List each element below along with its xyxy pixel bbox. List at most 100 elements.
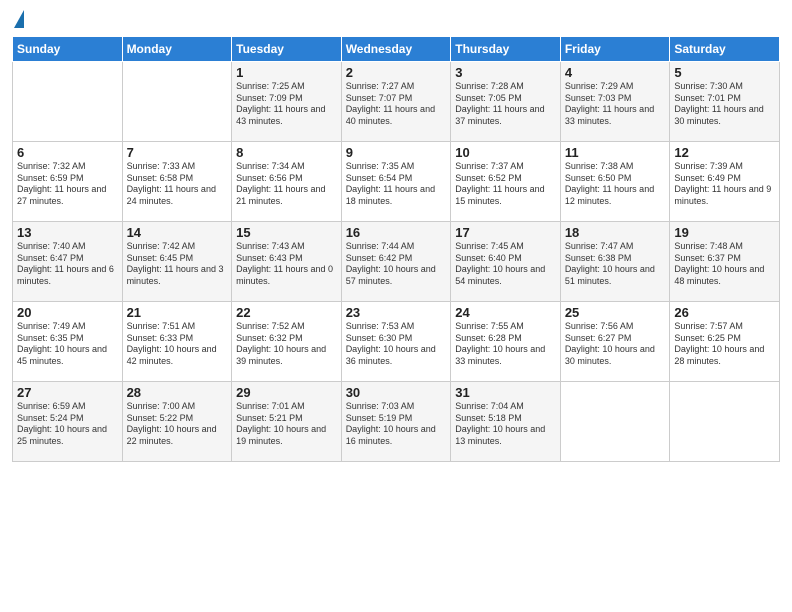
cell-info: Sunrise: 7:42 AM Sunset: 6:45 PM Dayligh… bbox=[127, 241, 228, 288]
calendar-cell: 12Sunrise: 7:39 AM Sunset: 6:49 PM Dayli… bbox=[670, 142, 780, 222]
calendar-cell: 19Sunrise: 7:48 AM Sunset: 6:37 PM Dayli… bbox=[670, 222, 780, 302]
calendar-cell bbox=[13, 62, 123, 142]
calendar-cell: 23Sunrise: 7:53 AM Sunset: 6:30 PM Dayli… bbox=[341, 302, 451, 382]
cell-info: Sunrise: 7:40 AM Sunset: 6:47 PM Dayligh… bbox=[17, 241, 118, 288]
cell-info: Sunrise: 7:38 AM Sunset: 6:50 PM Dayligh… bbox=[565, 161, 666, 208]
cell-info: Sunrise: 7:53 AM Sunset: 6:30 PM Dayligh… bbox=[346, 321, 447, 368]
day-number: 31 bbox=[455, 385, 556, 400]
day-number: 29 bbox=[236, 385, 337, 400]
cell-info: Sunrise: 7:30 AM Sunset: 7:01 PM Dayligh… bbox=[674, 81, 775, 128]
day-number: 5 bbox=[674, 65, 775, 80]
day-number: 4 bbox=[565, 65, 666, 80]
cell-info: Sunrise: 7:00 AM Sunset: 5:22 PM Dayligh… bbox=[127, 401, 228, 448]
calendar-cell: 15Sunrise: 7:43 AM Sunset: 6:43 PM Dayli… bbox=[232, 222, 342, 302]
day-number: 25 bbox=[565, 305, 666, 320]
cell-info: Sunrise: 7:48 AM Sunset: 6:37 PM Dayligh… bbox=[674, 241, 775, 288]
calendar-cell: 10Sunrise: 7:37 AM Sunset: 6:52 PM Dayli… bbox=[451, 142, 561, 222]
cell-info: Sunrise: 7:52 AM Sunset: 6:32 PM Dayligh… bbox=[236, 321, 337, 368]
day-number: 23 bbox=[346, 305, 447, 320]
weekday-header: Tuesday bbox=[232, 37, 342, 62]
calendar-cell: 27Sunrise: 6:59 AM Sunset: 5:24 PM Dayli… bbox=[13, 382, 123, 462]
cell-info: Sunrise: 7:35 AM Sunset: 6:54 PM Dayligh… bbox=[346, 161, 447, 208]
calendar-cell: 22Sunrise: 7:52 AM Sunset: 6:32 PM Dayli… bbox=[232, 302, 342, 382]
day-number: 22 bbox=[236, 305, 337, 320]
weekday-header: Saturday bbox=[670, 37, 780, 62]
calendar-cell: 26Sunrise: 7:57 AM Sunset: 6:25 PM Dayli… bbox=[670, 302, 780, 382]
cell-info: Sunrise: 7:57 AM Sunset: 6:25 PM Dayligh… bbox=[674, 321, 775, 368]
calendar-cell: 29Sunrise: 7:01 AM Sunset: 5:21 PM Dayli… bbox=[232, 382, 342, 462]
cell-info: Sunrise: 7:45 AM Sunset: 6:40 PM Dayligh… bbox=[455, 241, 556, 288]
calendar-week-row: 13Sunrise: 7:40 AM Sunset: 6:47 PM Dayli… bbox=[13, 222, 780, 302]
calendar-cell: 30Sunrise: 7:03 AM Sunset: 5:19 PM Dayli… bbox=[341, 382, 451, 462]
day-number: 11 bbox=[565, 145, 666, 160]
cell-info: Sunrise: 7:47 AM Sunset: 6:38 PM Dayligh… bbox=[565, 241, 666, 288]
calendar-cell: 1Sunrise: 7:25 AM Sunset: 7:09 PM Daylig… bbox=[232, 62, 342, 142]
cell-info: Sunrise: 7:25 AM Sunset: 7:09 PM Dayligh… bbox=[236, 81, 337, 128]
day-number: 3 bbox=[455, 65, 556, 80]
day-number: 7 bbox=[127, 145, 228, 160]
calendar-cell: 13Sunrise: 7:40 AM Sunset: 6:47 PM Dayli… bbox=[13, 222, 123, 302]
calendar-cell: 21Sunrise: 7:51 AM Sunset: 6:33 PM Dayli… bbox=[122, 302, 232, 382]
calendar-cell: 17Sunrise: 7:45 AM Sunset: 6:40 PM Dayli… bbox=[451, 222, 561, 302]
day-number: 28 bbox=[127, 385, 228, 400]
calendar-cell: 24Sunrise: 7:55 AM Sunset: 6:28 PM Dayli… bbox=[451, 302, 561, 382]
day-number: 19 bbox=[674, 225, 775, 240]
cell-info: Sunrise: 7:29 AM Sunset: 7:03 PM Dayligh… bbox=[565, 81, 666, 128]
calendar-cell: 18Sunrise: 7:47 AM Sunset: 6:38 PM Dayli… bbox=[560, 222, 670, 302]
calendar-cell: 5Sunrise: 7:30 AM Sunset: 7:01 PM Daylig… bbox=[670, 62, 780, 142]
calendar-cell: 28Sunrise: 7:00 AM Sunset: 5:22 PM Dayli… bbox=[122, 382, 232, 462]
day-number: 21 bbox=[127, 305, 228, 320]
calendar-cell: 6Sunrise: 7:32 AM Sunset: 6:59 PM Daylig… bbox=[13, 142, 123, 222]
day-number: 18 bbox=[565, 225, 666, 240]
weekday-header: Monday bbox=[122, 37, 232, 62]
calendar-cell: 31Sunrise: 7:04 AM Sunset: 5:18 PM Dayli… bbox=[451, 382, 561, 462]
calendar-cell: 7Sunrise: 7:33 AM Sunset: 6:58 PM Daylig… bbox=[122, 142, 232, 222]
calendar-week-row: 1Sunrise: 7:25 AM Sunset: 7:09 PM Daylig… bbox=[13, 62, 780, 142]
day-number: 6 bbox=[17, 145, 118, 160]
calendar-cell: 14Sunrise: 7:42 AM Sunset: 6:45 PM Dayli… bbox=[122, 222, 232, 302]
weekday-header: Sunday bbox=[13, 37, 123, 62]
day-number: 14 bbox=[127, 225, 228, 240]
cell-info: Sunrise: 7:56 AM Sunset: 6:27 PM Dayligh… bbox=[565, 321, 666, 368]
calendar-cell: 2Sunrise: 7:27 AM Sunset: 7:07 PM Daylig… bbox=[341, 62, 451, 142]
cell-info: Sunrise: 7:27 AM Sunset: 7:07 PM Dayligh… bbox=[346, 81, 447, 128]
cell-info: Sunrise: 7:55 AM Sunset: 6:28 PM Dayligh… bbox=[455, 321, 556, 368]
logo-triangle-icon bbox=[14, 10, 24, 28]
cell-info: Sunrise: 7:44 AM Sunset: 6:42 PM Dayligh… bbox=[346, 241, 447, 288]
weekday-header: Thursday bbox=[451, 37, 561, 62]
cell-info: Sunrise: 7:33 AM Sunset: 6:58 PM Dayligh… bbox=[127, 161, 228, 208]
day-number: 17 bbox=[455, 225, 556, 240]
cell-info: Sunrise: 7:43 AM Sunset: 6:43 PM Dayligh… bbox=[236, 241, 337, 288]
day-number: 24 bbox=[455, 305, 556, 320]
cell-info: Sunrise: 7:51 AM Sunset: 6:33 PM Dayligh… bbox=[127, 321, 228, 368]
day-number: 27 bbox=[17, 385, 118, 400]
cell-info: Sunrise: 7:03 AM Sunset: 5:19 PM Dayligh… bbox=[346, 401, 447, 448]
calendar-week-row: 6Sunrise: 7:32 AM Sunset: 6:59 PM Daylig… bbox=[13, 142, 780, 222]
day-number: 1 bbox=[236, 65, 337, 80]
day-number: 15 bbox=[236, 225, 337, 240]
calendar-cell: 20Sunrise: 7:49 AM Sunset: 6:35 PM Dayli… bbox=[13, 302, 123, 382]
day-number: 13 bbox=[17, 225, 118, 240]
calendar-cell: 11Sunrise: 7:38 AM Sunset: 6:50 PM Dayli… bbox=[560, 142, 670, 222]
calendar-header-row: SundayMondayTuesdayWednesdayThursdayFrid… bbox=[13, 37, 780, 62]
cell-info: Sunrise: 7:37 AM Sunset: 6:52 PM Dayligh… bbox=[455, 161, 556, 208]
day-number: 10 bbox=[455, 145, 556, 160]
cell-info: Sunrise: 6:59 AM Sunset: 5:24 PM Dayligh… bbox=[17, 401, 118, 448]
page-header bbox=[12, 10, 780, 28]
day-number: 8 bbox=[236, 145, 337, 160]
calendar-cell: 4Sunrise: 7:29 AM Sunset: 7:03 PM Daylig… bbox=[560, 62, 670, 142]
logo bbox=[12, 10, 24, 28]
cell-info: Sunrise: 7:34 AM Sunset: 6:56 PM Dayligh… bbox=[236, 161, 337, 208]
calendar-table: SundayMondayTuesdayWednesdayThursdayFrid… bbox=[12, 36, 780, 462]
calendar-cell: 8Sunrise: 7:34 AM Sunset: 6:56 PM Daylig… bbox=[232, 142, 342, 222]
day-number: 9 bbox=[346, 145, 447, 160]
day-number: 16 bbox=[346, 225, 447, 240]
weekday-header: Wednesday bbox=[341, 37, 451, 62]
cell-info: Sunrise: 7:39 AM Sunset: 6:49 PM Dayligh… bbox=[674, 161, 775, 208]
cell-info: Sunrise: 7:28 AM Sunset: 7:05 PM Dayligh… bbox=[455, 81, 556, 128]
calendar-cell: 3Sunrise: 7:28 AM Sunset: 7:05 PM Daylig… bbox=[451, 62, 561, 142]
calendar-cell: 9Sunrise: 7:35 AM Sunset: 6:54 PM Daylig… bbox=[341, 142, 451, 222]
calendar-cell: 25Sunrise: 7:56 AM Sunset: 6:27 PM Dayli… bbox=[560, 302, 670, 382]
day-number: 12 bbox=[674, 145, 775, 160]
cell-info: Sunrise: 7:32 AM Sunset: 6:59 PM Dayligh… bbox=[17, 161, 118, 208]
